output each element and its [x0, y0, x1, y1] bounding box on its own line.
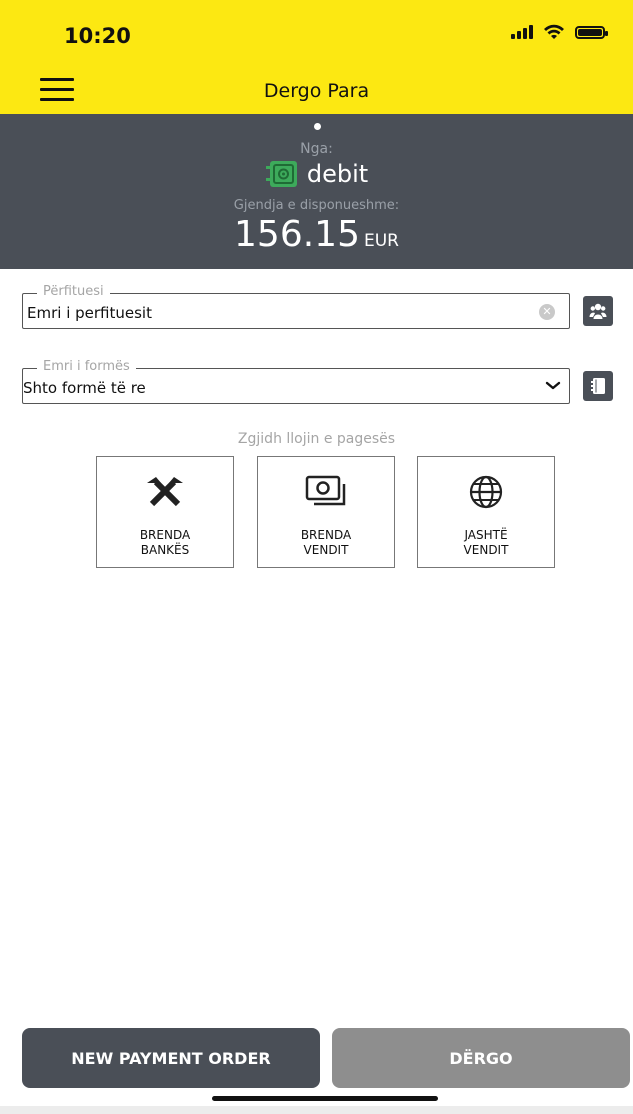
payment-type-label: Zgjidh llojin e pagesës: [237, 431, 396, 447]
bottom-edge: [0, 1106, 633, 1114]
option-within-bank-line1: BRENDA: [139, 528, 191, 542]
option-within-bank-label: BRENDA BANKËS: [97, 528, 233, 558]
globe-icon: [469, 475, 503, 509]
balance-value: 156.15: [234, 214, 360, 255]
account-panel[interactable]: Nga: debit Gjendja e disponueshme: 156.1…: [0, 114, 633, 269]
balance-amount: 156.15 EUR: [0, 214, 633, 255]
page-title: Dergo Para: [263, 80, 370, 102]
option-abroad[interactable]: JASHTË VENDIT: [417, 456, 555, 568]
templates-button[interactable]: [583, 371, 613, 401]
beneficiary-field[interactable]: Përfituesi Emri i perfituesit ✕: [22, 284, 570, 329]
battery-icon: [575, 25, 608, 39]
option-within-bank[interactable]: BRENDA BANKËS: [96, 456, 234, 568]
available-balance-label: Gjendja e disponueshme:: [233, 198, 400, 213]
wifi-icon: [544, 24, 564, 39]
contacts-button[interactable]: [583, 296, 613, 326]
notebook-icon: [591, 378, 605, 394]
status-icons: [511, 24, 608, 40]
option-within-country-line2: VENDIT: [303, 543, 349, 557]
form-name-select[interactable]: Emri i formës Shto formë të re: [22, 359, 570, 404]
new-payment-order-button[interactable]: NEW PAYMENT ORDER: [22, 1028, 320, 1088]
beneficiary-input[interactable]: Emri i perfituesit: [27, 304, 152, 322]
signal-icon: [511, 25, 533, 39]
clear-icon[interactable]: ✕: [539, 304, 555, 320]
contacts-icon: [589, 303, 607, 319]
option-within-country[interactable]: BRENDA VENDIT: [257, 456, 395, 568]
top-bar: 10:20 Dergo Para: [0, 0, 633, 114]
status-time: 10:20: [64, 24, 131, 48]
send-button[interactable]: DËRGO: [332, 1028, 630, 1088]
app-screen: 10:20 Dergo Para Nga: debit Gjendja e di…: [0, 0, 633, 1114]
safe-icon: [265, 161, 297, 187]
home-indicator[interactable]: [212, 1096, 438, 1101]
raiffeisen-icon: [147, 477, 183, 507]
option-abroad-label: JASHTË VENDIT: [418, 528, 554, 558]
option-within-country-label: BRENDA VENDIT: [258, 528, 394, 558]
account-name: debit: [306, 160, 369, 188]
form-name-legend: Emri i formës: [37, 359, 136, 375]
option-abroad-line2: VENDIT: [463, 543, 509, 557]
option-abroad-line1: JASHTË: [464, 528, 508, 542]
beneficiary-legend: Përfituesi: [37, 284, 110, 300]
chevron-down-icon[interactable]: [545, 378, 561, 392]
banknote-icon: [305, 475, 346, 506]
option-within-country-line1: BRENDA: [300, 528, 352, 542]
page-indicator-dot: [314, 123, 321, 130]
form-name-value[interactable]: Shto formë të re: [23, 379, 146, 397]
option-within-bank-line2: BANKËS: [140, 543, 190, 557]
account-row: debit: [0, 159, 633, 189]
balance-currency: EUR: [363, 231, 399, 251]
from-label: Nga:: [300, 141, 333, 157]
